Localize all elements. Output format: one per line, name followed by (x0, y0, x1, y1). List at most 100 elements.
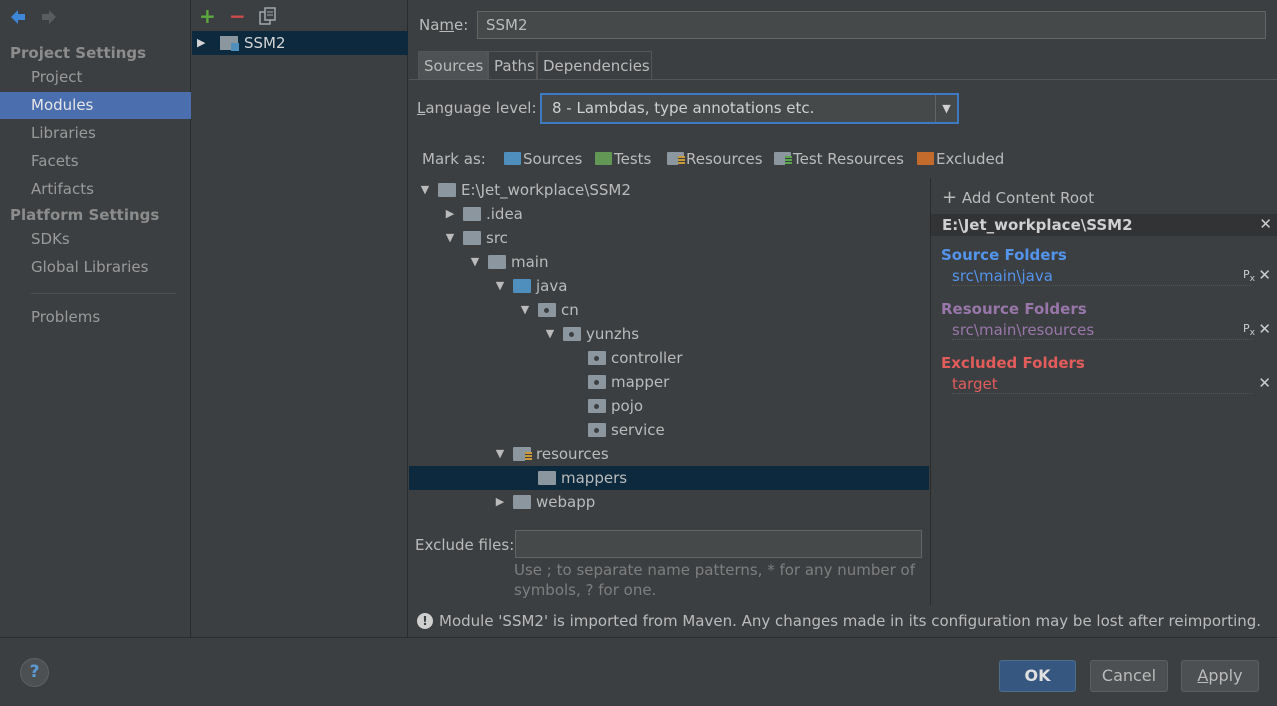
tab-paths[interactable]: Paths (488, 51, 537, 80)
tree-node[interactable]: ▼ java (409, 274, 929, 298)
excluded-remove-close-icon[interactable]: ✕ (1258, 374, 1271, 392)
module-name-field[interactable]: SSM2 (477, 11, 1266, 39)
platform-settings-heading: Platform Settings (10, 206, 160, 224)
tree-node-label: mapper (611, 373, 670, 391)
tab-sources[interactable]: Sources (418, 51, 488, 80)
nav-item-artifacts[interactable]: Artifacts (0, 176, 191, 203)
resource-folder-path: src\main\resources (952, 321, 1252, 340)
folder-icon (463, 231, 481, 245)
tree-node-label: service (611, 421, 665, 439)
collapse-arrow-icon[interactable]: ▼ (544, 322, 556, 346)
tree-node-label: resources (536, 445, 609, 463)
resource-folder-icon (513, 447, 532, 461)
tree-node[interactable]: ▼ src (409, 226, 929, 250)
tree-node-label: yunzhs (586, 325, 640, 343)
collapse-arrow-icon[interactable]: ▼ (444, 226, 456, 250)
mark-test-resources-button[interactable]: Test Resources (774, 149, 904, 169)
package-icon (563, 327, 581, 341)
plus-icon: + (942, 187, 958, 208)
exclude-files-label: Exclude files: (415, 536, 515, 554)
add-content-root-button[interactable]: + Add Content Root (942, 187, 1094, 208)
mark-excluded-button[interactable]: Excluded (917, 149, 1004, 169)
resource-folders-heading: Resource Folders (941, 300, 1087, 318)
excluded-folder-icon (917, 152, 934, 165)
exclude-files-input[interactable] (515, 530, 922, 558)
folder-icon (438, 183, 456, 197)
help-button[interactable]: ? (20, 658, 49, 687)
expand-arrow-icon[interactable]: ▶ (494, 490, 506, 514)
content-root-panel: + Add Content Root E:\Jet_workplace\SSM2… (930, 178, 1277, 605)
back-arrow-icon[interactable] (9, 8, 27, 31)
dropdown-arrow-icon[interactable]: ▼ (935, 95, 957, 122)
collapse-arrow-icon[interactable]: ▼ (519, 298, 531, 322)
resource-remove-close-icon[interactable]: ✕ (1258, 320, 1271, 338)
test-resources-folder-icon (774, 152, 792, 165)
tree-node[interactable]: mapper (409, 370, 929, 394)
nav-item-libraries[interactable]: Libraries (0, 120, 191, 147)
mark-tests-button[interactable]: Tests (595, 149, 651, 169)
mark-test-resources-label: Test Resources (793, 150, 904, 168)
mark-resources-button[interactable]: Resources (667, 149, 763, 169)
add-icon[interactable]: + (199, 4, 216, 28)
collapse-arrow-icon[interactable]: ▼ (494, 274, 506, 298)
tree-node[interactable]: ▼ main (409, 250, 929, 274)
tree-node[interactable]: ▼ cn (409, 298, 929, 322)
collapse-arrow-icon[interactable]: ▼ (419, 178, 431, 202)
tree-node[interactable]: ▼ yunzhs (409, 322, 929, 346)
package-icon (588, 399, 606, 413)
nav-item-global-libraries[interactable]: Global Libraries (0, 254, 191, 281)
expand-arrow-icon[interactable]: ▶ (197, 31, 205, 55)
tree-node[interactable]: controller (409, 346, 929, 370)
copy-icon[interactable] (259, 6, 277, 30)
warning-icon: ! (417, 613, 433, 629)
settings-nav: Project Settings Project Modules Librari… (0, 0, 191, 637)
tree-node[interactable]: pojo (409, 394, 929, 418)
exclude-hint-line-2: symbols, ? for one. (514, 581, 657, 599)
collapse-arrow-icon[interactable]: ▼ (494, 442, 506, 466)
source-properties-icon[interactable]: Px (1243, 268, 1255, 284)
name-label: Name: (419, 16, 469, 34)
content-root-header: E:\Jet_workplace\SSM2 ✕ (931, 214, 1277, 236)
mark-sources-button[interactable]: Sources (504, 149, 582, 169)
tree-node[interactable]: service (409, 418, 929, 442)
content-root-path: E:\Jet_workplace\SSM2 (942, 216, 1133, 234)
add-content-root-label: Add Content Root (961, 189, 1095, 207)
tab-dependencies[interactable]: Dependencies (537, 51, 652, 80)
tree-node[interactable]: ▼ resources (409, 442, 929, 466)
nav-item-problems[interactable]: Problems (0, 304, 191, 331)
resources-folder-icon (667, 152, 685, 165)
tests-folder-icon (595, 152, 612, 165)
tree-node[interactable]: ▼ E:\Jet_workplace\SSM2 (409, 178, 929, 202)
expand-arrow-icon[interactable]: ▶ (444, 202, 456, 226)
nav-item-project[interactable]: Project (0, 64, 191, 91)
apply-button[interactable]: Apply (1181, 660, 1259, 692)
nav-item-facets[interactable]: Facets (0, 148, 191, 175)
tree-node-label: pojo (611, 397, 644, 415)
module-item-ssm2[interactable]: ▶ SSM2 (192, 31, 408, 55)
remove-root-close-icon[interactable]: ✕ (1259, 215, 1272, 233)
resource-properties-icon[interactable]: Px (1243, 322, 1255, 338)
module-item-label: SSM2 (244, 34, 286, 52)
collapse-arrow-icon[interactable]: ▼ (469, 250, 481, 274)
tree-node-label: E:\Jet_workplace\SSM2 (461, 181, 631, 199)
nav-item-modules[interactable]: Modules (0, 92, 191, 119)
ok-button[interactable]: OK (999, 660, 1076, 692)
tree-node[interactable]: ▶ .idea (409, 202, 929, 226)
dialog-button-bar (0, 637, 1277, 706)
source-remove-close-icon[interactable]: ✕ (1258, 266, 1271, 284)
forward-arrow-icon[interactable] (40, 8, 58, 31)
cancel-button[interactable]: Cancel (1090, 660, 1168, 692)
remove-icon[interactable]: − (229, 4, 246, 28)
tree-node-label: controller (611, 349, 683, 367)
nav-item-sdks[interactable]: SDKs (0, 226, 191, 253)
tree-node[interactable]: mappers (409, 466, 929, 490)
source-folder-icon (513, 279, 531, 293)
tree-node-label: cn (561, 301, 579, 319)
tree-node-label: main (511, 253, 549, 271)
source-folder-path: src\main\java (952, 267, 1252, 286)
language-level-select[interactable]: 8 - Lambdas, type annotations etc. ▼ (540, 93, 959, 124)
tree-node[interactable]: ▶ webapp (409, 490, 929, 514)
package-icon (588, 375, 606, 389)
mark-sources-label: Sources (523, 150, 583, 168)
mark-resources-label: Resources (686, 150, 763, 168)
